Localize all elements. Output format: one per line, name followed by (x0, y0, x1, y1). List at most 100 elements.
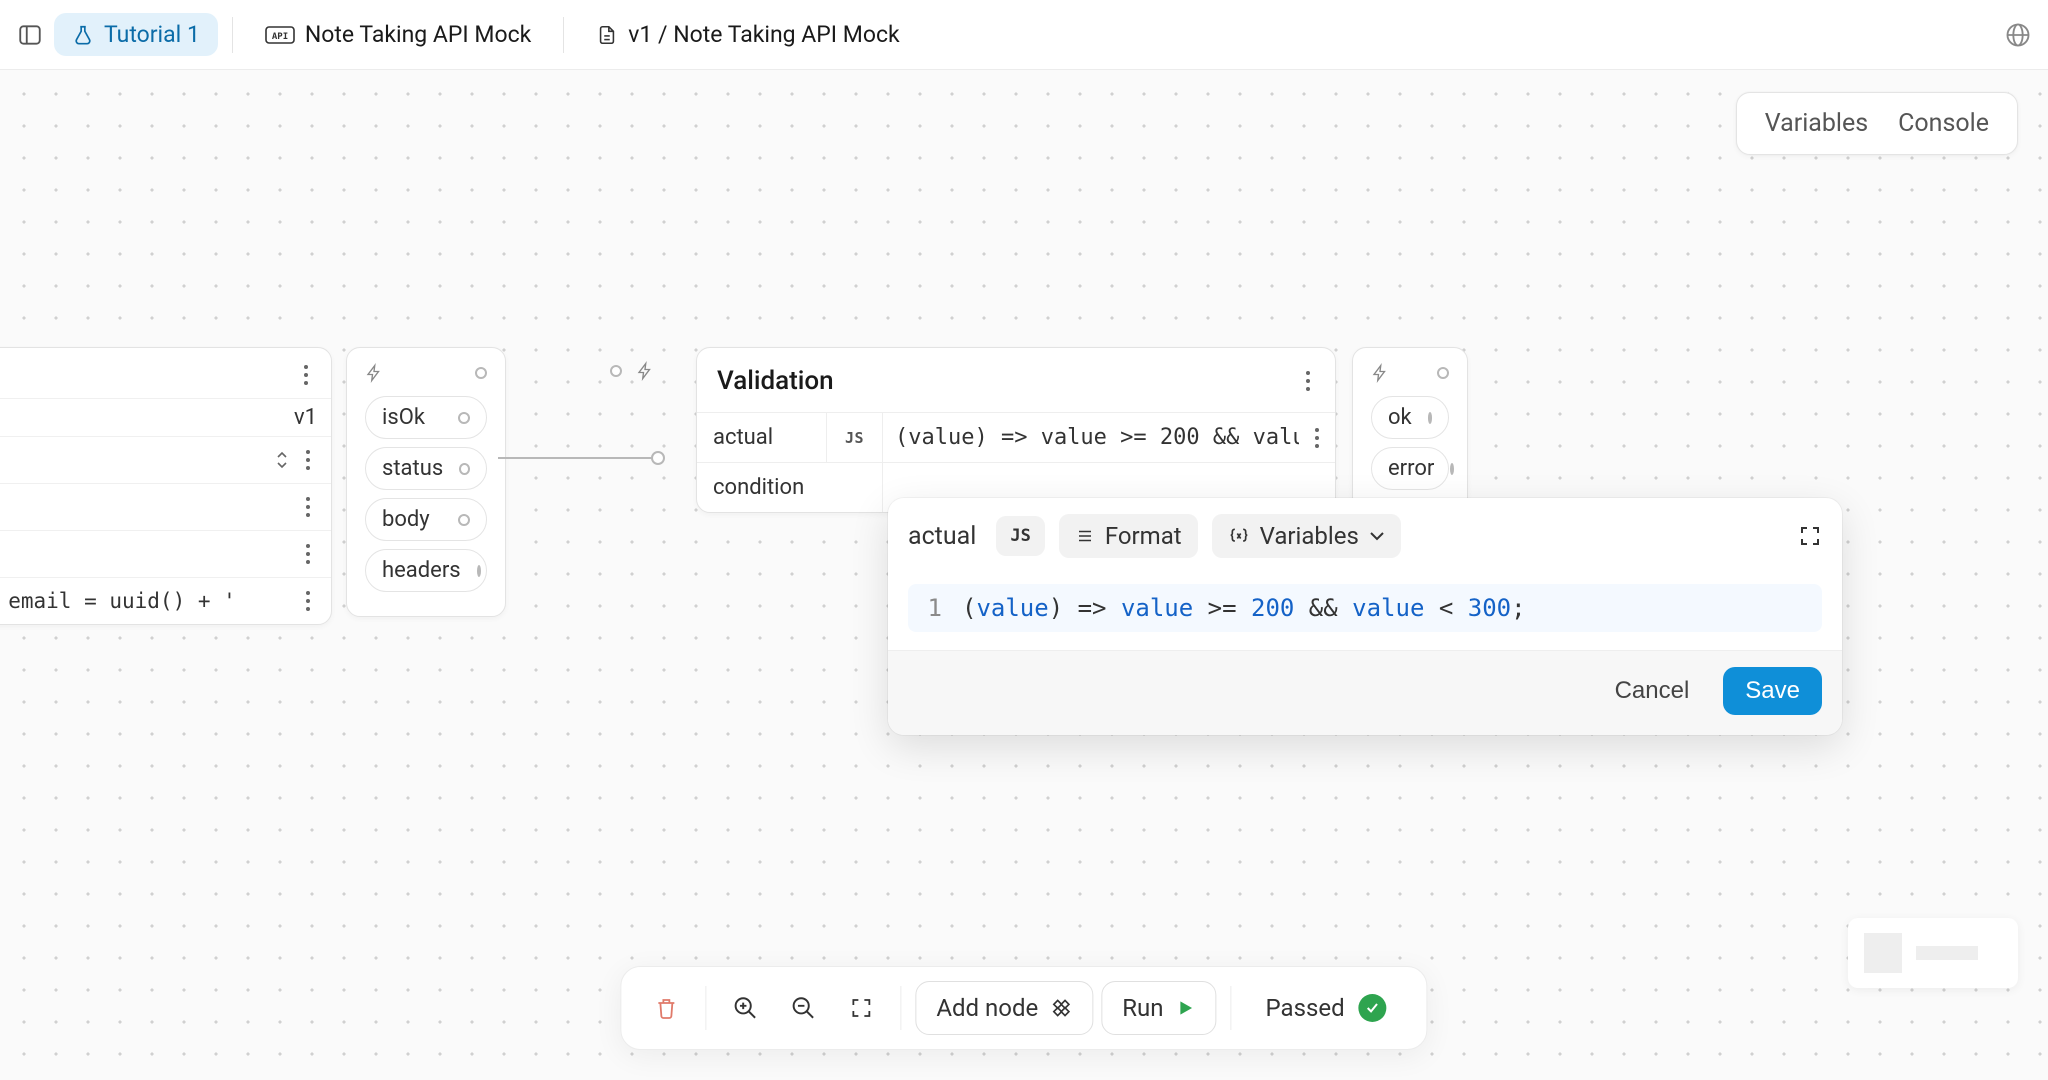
editor-toolbar: actual JS Format Variables (888, 498, 1842, 574)
validation-node[interactable]: Validation actual JS (value) => value >=… (696, 347, 1336, 513)
tab-note-api-mock[interactable]: API Note Taking API Mock (247, 13, 549, 56)
port-label: status (382, 456, 443, 481)
variables-button[interactable]: Variables (1765, 109, 1868, 138)
port-dot[interactable] (475, 367, 487, 379)
chevron-down-icon (1369, 530, 1385, 542)
fit-view-button[interactable] (836, 983, 886, 1033)
tab-tutorial-1[interactable]: Tutorial 1 (54, 13, 218, 56)
play-icon (1176, 997, 1196, 1019)
variables-label: Variables (1260, 522, 1359, 550)
brand-badge (1848, 918, 2018, 988)
validation-row-actual[interactable]: actual JS (value) => value >= 200 && val… (697, 412, 1335, 462)
format-label: Format (1105, 522, 1182, 550)
line-number: 1 (922, 594, 942, 622)
bolt-icon (1371, 362, 1389, 384)
bolt-icon (365, 362, 383, 384)
expression-editor-popover: actual JS Format Variables 1 (value) => … (888, 498, 1842, 735)
node-version-label: v1 (294, 405, 317, 430)
globe-icon[interactable] (2004, 21, 2032, 49)
output-port-error[interactable]: error (1371, 447, 1449, 490)
toggle-sidebar-icon[interactable] (16, 21, 44, 49)
separator (705, 986, 706, 1030)
brand-logo-placeholder (1864, 933, 1902, 973)
port-dot[interactable] (477, 565, 481, 577)
braces-x-icon (1228, 526, 1250, 546)
code-line[interactable]: (value) => value >= 200 && value < 300; (962, 594, 1526, 622)
top-right-panel: Variables Console (1736, 92, 2018, 155)
port-label: error (1388, 456, 1434, 481)
run-button[interactable]: Run (1101, 981, 1216, 1035)
api-icon: API (265, 24, 295, 46)
port-dot[interactable] (459, 463, 470, 475)
output-port-status[interactable]: status (365, 447, 487, 490)
tab-v1-note-api-mock[interactable]: v1 / Note Taking API Mock (578, 13, 917, 56)
kebab-icon[interactable] (1299, 413, 1335, 462)
add-node-label: Add node (936, 994, 1038, 1022)
save-button[interactable]: Save (1723, 667, 1822, 715)
header-tabs: Tutorial 1 API Note Taking API Mock v1 /… (0, 0, 2048, 70)
port-dot[interactable] (458, 514, 470, 526)
variables-dropdown[interactable]: Variables (1212, 514, 1401, 558)
bolt-icon (636, 360, 654, 382)
diamond-icon (1050, 997, 1072, 1019)
upstream-node-partial[interactable]: k v1 n onst email = uuid() + ' (0, 347, 332, 625)
tab-separator (563, 17, 564, 53)
stepper-icon[interactable] (275, 451, 289, 469)
js-badge: JS (845, 429, 864, 447)
status-label: Passed (1266, 994, 1345, 1022)
expand-icon[interactable] (1798, 524, 1822, 548)
editor-footer: Cancel Save (888, 650, 1842, 735)
port-dot[interactable] (1437, 367, 1449, 379)
kebab-icon[interactable] (297, 358, 315, 392)
run-label: Run (1122, 994, 1163, 1022)
validation-input-port[interactable] (610, 360, 654, 382)
result-outputs-node[interactable]: ok error (1352, 347, 1468, 515)
console-button[interactable]: Console (1898, 109, 1989, 138)
js-mode-button[interactable]: JS (996, 516, 1044, 556)
row-label: actual (697, 413, 827, 462)
run-status: Passed (1246, 982, 1407, 1034)
kebab-icon[interactable] (1299, 364, 1317, 398)
tab-label: Note Taking API Mock (305, 21, 531, 48)
check-circle-icon (1359, 994, 1387, 1022)
zoom-in-button[interactable] (720, 983, 770, 1033)
port-label: isOk (382, 405, 425, 430)
flask-icon (72, 24, 94, 46)
row-label: condition (697, 463, 883, 512)
node-title: Validation (717, 366, 834, 396)
format-icon (1075, 527, 1095, 545)
kebab-icon[interactable] (299, 443, 317, 477)
kebab-icon[interactable] (299, 584, 317, 618)
code-editor[interactable]: 1 (value) => value >= 200 && value < 300… (888, 574, 1842, 650)
row-expression[interactable]: (value) => value >= 200 && valu (883, 413, 1299, 462)
outputs-node[interactable]: isOk status body headers (346, 347, 506, 617)
bottom-toolbar: Add node Run Passed (620, 966, 1427, 1050)
port-dot[interactable] (610, 365, 622, 377)
separator (900, 986, 901, 1030)
delete-button[interactable] (641, 983, 691, 1033)
tab-separator (232, 17, 233, 53)
format-button[interactable]: Format (1059, 514, 1198, 558)
port-dot[interactable] (458, 412, 470, 424)
document-icon (596, 23, 618, 47)
separator (1231, 986, 1232, 1030)
brand-text-placeholder (1916, 946, 1978, 960)
add-node-button[interactable]: Add node (915, 981, 1093, 1035)
port-dot[interactable] (1450, 463, 1454, 475)
output-port-ok[interactable]: ok (1371, 396, 1449, 439)
output-port-isok[interactable]: isOk (365, 396, 487, 439)
zoom-out-button[interactable] (778, 983, 828, 1033)
svg-text:API: API (272, 32, 288, 42)
kebab-icon[interactable] (299, 537, 317, 571)
port-label: headers (382, 558, 461, 583)
tab-label: Tutorial 1 (104, 21, 200, 48)
port-label: body (382, 507, 430, 532)
output-port-body[interactable]: body (365, 498, 487, 541)
kebab-icon[interactable] (299, 490, 317, 524)
port-label: ok (1388, 405, 1412, 430)
cancel-button[interactable]: Cancel (1597, 667, 1708, 715)
code-snippet: onst email = uuid() + ' (0, 589, 236, 613)
tab-label: v1 / Note Taking API Mock (628, 21, 899, 48)
port-dot[interactable] (1428, 412, 1432, 424)
output-port-headers[interactable]: headers (365, 549, 487, 592)
